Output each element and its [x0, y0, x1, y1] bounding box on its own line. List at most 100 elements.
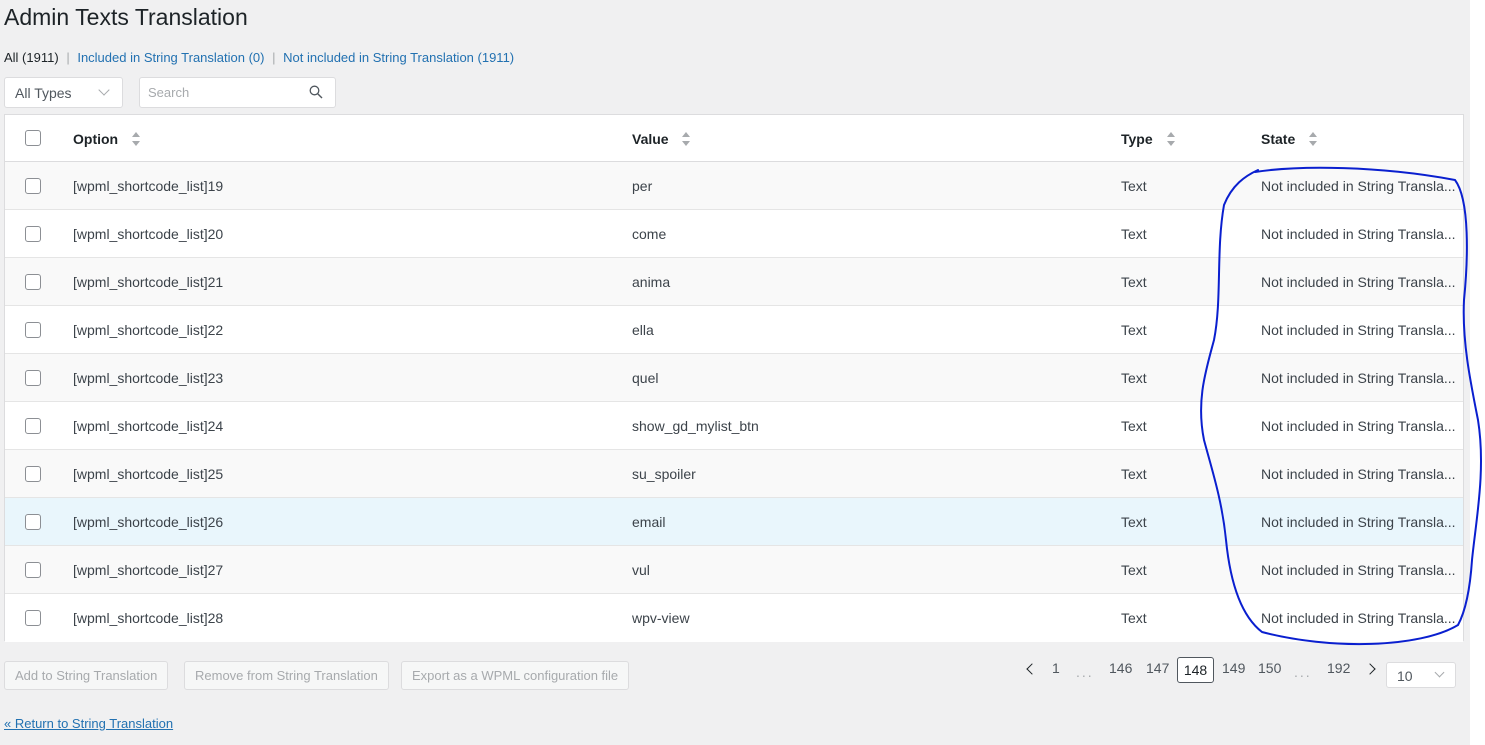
value-cell: quel — [632, 370, 659, 386]
row-checkbox[interactable] — [25, 274, 41, 290]
table-row[interactable]: [wpml_shortcode_list]23 quel Text Not in… — [5, 354, 1463, 402]
search-input[interactable] — [140, 78, 300, 107]
value-cell: show_gd_mylist_btn — [632, 418, 759, 434]
state-cell: Not included in String Transla... — [1261, 418, 1456, 434]
table-row[interactable]: [wpml_shortcode_list]21 anima Text Not i… — [5, 258, 1463, 306]
type-cell: Text — [1121, 514, 1147, 530]
state-cell: Not included in String Transla... — [1261, 562, 1456, 578]
type-cell: Text — [1121, 178, 1147, 194]
column-header-label: Value — [632, 131, 669, 147]
row-checkbox[interactable] — [25, 418, 41, 434]
option-cell: [wpml_shortcode_list]21 — [73, 274, 224, 290]
state-cell: Not included in String Transla... — [1261, 610, 1456, 626]
page-link[interactable]: 149 — [1222, 660, 1245, 676]
option-cell: [wpml_shortcode_list]28 — [73, 610, 224, 626]
table-row[interactable]: [wpml_shortcode_list]24 show_gd_mylist_b… — [5, 402, 1463, 450]
column-header-option[interactable]: Option — [73, 131, 140, 147]
column-header-label: Type — [1121, 131, 1153, 147]
table-header: Option Value Type State — [5, 115, 1463, 162]
type-cell: Text — [1121, 562, 1147, 578]
type-cell: Text — [1121, 370, 1147, 386]
table-row[interactable]: [wpml_shortcode_list]28 wpv-view Text No… — [5, 594, 1463, 642]
table-row[interactable]: [wpml_shortcode_list]25 su_spoiler Text … — [5, 450, 1463, 498]
page-link[interactable]: 147 — [1146, 660, 1169, 676]
chevron-down-icon — [98, 84, 110, 96]
per-page-select[interactable]: 10 — [1386, 662, 1456, 688]
table-row[interactable]: [wpml_shortcode_list]20 come Text Not in… — [5, 210, 1463, 258]
current-page[interactable]: 148 — [1177, 657, 1214, 683]
type-cell: Text — [1121, 226, 1147, 242]
page-link[interactable]: 146 — [1109, 660, 1132, 676]
filter-separator: | — [66, 50, 70, 65]
table-row[interactable]: [wpml_shortcode_list]27 vul Text Not inc… — [5, 546, 1463, 594]
value-cell: email — [632, 514, 666, 530]
type-cell: Text — [1121, 322, 1147, 338]
page-link[interactable]: 150 — [1258, 660, 1281, 676]
filter-not-included[interactable]: Not included in String Translation (1911… — [283, 50, 514, 65]
page-link[interactable]: 192 — [1327, 660, 1350, 676]
return-to-string-translation-link[interactable]: « Return to String Translation — [4, 716, 173, 731]
page-title: Admin Texts Translation — [4, 4, 248, 30]
column-header-label: State — [1261, 131, 1296, 147]
type-cell: Text — [1121, 610, 1147, 626]
row-checkbox[interactable] — [25, 322, 41, 338]
table-row[interactable]: [wpml_shortcode_list]19 per Text Not inc… — [5, 162, 1463, 210]
search-icon[interactable] — [309, 85, 323, 99]
column-header-value[interactable]: Value — [632, 131, 691, 147]
search-field[interactable] — [139, 77, 336, 108]
option-cell: [wpml_shortcode_list]19 — [73, 178, 224, 194]
add-to-string-translation-button[interactable]: Add to String Translation — [4, 661, 169, 690]
column-header-label: Option — [73, 131, 119, 147]
row-checkbox[interactable] — [25, 562, 41, 578]
filter-separator: | — [272, 50, 276, 65]
sort-icon[interactable] — [1166, 132, 1175, 147]
value-cell: anima — [632, 274, 671, 290]
type-cell: Text — [1121, 466, 1147, 482]
export-config-button[interactable]: Export as a WPML configuration file — [401, 661, 630, 690]
sort-icon[interactable] — [1309, 132, 1318, 147]
filter-included[interactable]: Included in String Translation (0) — [77, 50, 264, 65]
state-cell: Not included in String Transla... — [1261, 226, 1456, 242]
option-cell: [wpml_shortcode_list]26 — [73, 514, 224, 530]
row-checkbox[interactable] — [25, 226, 41, 242]
row-checkbox[interactable] — [25, 370, 41, 386]
column-header-type[interactable]: Type — [1121, 131, 1175, 147]
sort-icon[interactable] — [132, 132, 140, 147]
row-checkbox[interactable] — [25, 466, 41, 482]
state-cell: Not included in String Transla... — [1261, 274, 1456, 290]
row-checkbox[interactable] — [25, 178, 41, 194]
column-header-state[interactable]: State — [1261, 131, 1318, 147]
row-checkbox[interactable] — [25, 514, 41, 530]
value-cell: vul — [632, 562, 650, 578]
sort-icon[interactable] — [682, 132, 691, 147]
select-all-checkbox[interactable] — [25, 130, 41, 146]
value-cell: come — [632, 226, 667, 242]
value-cell: per — [632, 178, 653, 194]
type-cell: Text — [1121, 274, 1147, 290]
chevron-down-icon — [1434, 667, 1445, 678]
option-cell: [wpml_shortcode_list]23 — [73, 370, 224, 386]
option-cell: [wpml_shortcode_list]27 — [73, 562, 224, 578]
status-filter-links: All (1911) | Included in String Translat… — [4, 50, 514, 65]
type-cell: Text — [1121, 418, 1147, 434]
remove-from-string-translation-button[interactable]: Remove from String Translation — [184, 661, 389, 690]
state-cell: Not included in String Transla... — [1261, 178, 1456, 194]
option-cell: [wpml_shortcode_list]22 — [73, 322, 224, 338]
value-cell: ella — [632, 322, 654, 338]
state-cell: Not included in String Transla... — [1261, 370, 1456, 386]
type-filter-select[interactable]: All Types — [4, 77, 123, 108]
type-filter-value: All Types — [15, 85, 72, 101]
table-row[interactable]: [wpml_shortcode_list]26 email Text Not i… — [5, 498, 1463, 546]
filter-all[interactable]: All (1911) — [4, 50, 59, 65]
table-row[interactable]: [wpml_shortcode_list]22 ella Text Not in… — [5, 306, 1463, 354]
row-checkbox[interactable] — [25, 610, 41, 626]
option-cell: [wpml_shortcode_list]25 — [73, 466, 224, 482]
state-cell: Not included in String Transla... — [1261, 514, 1456, 530]
pagination-ellipsis: ... — [1294, 664, 1312, 680]
value-cell: wpv-view — [632, 610, 690, 626]
pagination-ellipsis: ... — [1076, 664, 1094, 680]
value-cell: su_spoiler — [632, 466, 696, 482]
state-cell: Not included in String Transla... — [1261, 466, 1456, 482]
page-link[interactable]: 1 — [1052, 660, 1060, 676]
option-cell: [wpml_shortcode_list]20 — [73, 226, 224, 242]
